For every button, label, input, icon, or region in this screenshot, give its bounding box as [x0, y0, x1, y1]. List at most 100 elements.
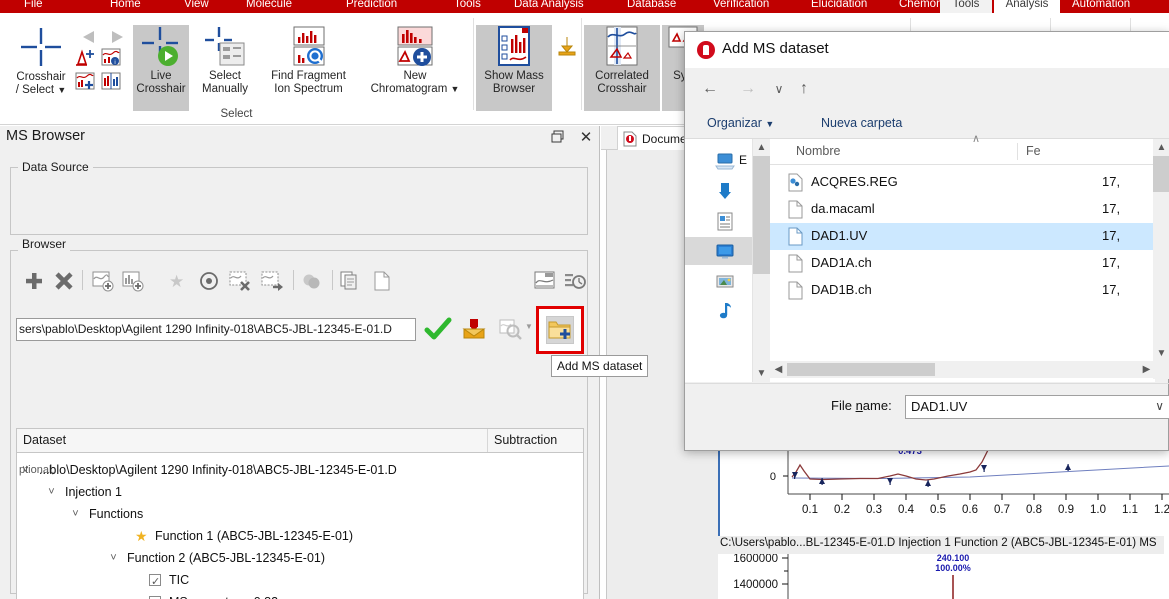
ribbon-tab-data-analysis[interactable]: Data Analysis [508, 0, 590, 13]
chevron-down-icon[interactable]: ˅ [69, 503, 82, 525]
forward-button[interactable]: → [737, 78, 759, 100]
plus-icon [26, 273, 42, 289]
ms-browser-restore-button[interactable] [551, 130, 569, 148]
sidebar-scrollbar[interactable]: ▲ ▼ [752, 139, 770, 382]
scroll-up-icon[interactable]: ▲ [753, 139, 770, 156]
add-chromatogram-small-button[interactable] [74, 70, 96, 95]
column-header-nombre[interactable]: Nombre [788, 139, 1017, 164]
delete-button[interactable] [54, 271, 74, 294]
file-date: 17, [1102, 228, 1121, 243]
sidebar-item-downloads[interactable] [685, 177, 752, 205]
column-header-subtraction[interactable]: Subtraction [488, 429, 585, 452]
up-button[interactable]: ↑ [793, 78, 815, 100]
scroll-down-icon[interactable]: ▼ [1153, 345, 1169, 362]
ribbon-tab-tools[interactable]: Tools [448, 0, 487, 13]
sidebar-item-documents[interactable] [685, 207, 752, 235]
show-mass-browser-button[interactable]: Show Mass Browser [476, 25, 552, 111]
column-header-dataset[interactable]: Dataset [17, 429, 487, 452]
tree-row[interactable]: MS - spectrum 0.82 [17, 591, 583, 599]
ribbon-tab-view[interactable]: View [178, 0, 215, 13]
ribbon-tab-molecule[interactable]: Molecule [240, 0, 298, 13]
back-button[interactable]: ← [699, 78, 721, 100]
ribbon-tab-ctx-tools[interactable]: Tools [940, 0, 992, 13]
select-manually-button[interactable]: Select Manually [194, 25, 256, 111]
dataset-tree[interactable]: ptional; ˅ ...blo\Desktop\Agilent 1290 I… [16, 453, 584, 599]
clear-trace-button[interactable] [229, 271, 251, 294]
file-list-scrollbar-horizontal[interactable]: ◀ ▶ [770, 361, 1155, 378]
ribbon-tab-home[interactable]: Home [104, 0, 147, 13]
ribbon-tab-verification[interactable]: Verification [707, 0, 775, 13]
ribbon-tab-ctx-analysis[interactable]: Analysis [994, 0, 1060, 13]
star-icon[interactable]: ★ [135, 525, 148, 547]
tree-row[interactable]: ˅ Function 2 (ABC5-JBL-12345-E-01) [17, 547, 583, 569]
organize-button[interactable]: Organizar ▼ [707, 112, 774, 134]
ms-browser-title: MS Browser [6, 128, 85, 144]
tree-row[interactable]: ★ Function 1 (ABC5-JBL-12345-E-01) [17, 525, 583, 547]
hscroll-thumb[interactable] [787, 363, 935, 376]
new-folder-button[interactable]: Nueva carpeta [821, 112, 902, 134]
favorite-button[interactable]: ★ [169, 273, 184, 290]
peak-label-button[interactable] [74, 46, 96, 71]
add-chromatogram-button[interactable] [122, 270, 144, 295]
tree-row[interactable]: TIC [17, 569, 583, 593]
live-crosshair-label-1: Live Crosshair [136, 70, 186, 95]
compare-spectra-button[interactable] [100, 70, 122, 95]
tree-row[interactable]: ˅ Injection 1 [17, 481, 583, 503]
ribbon-tab-database[interactable]: Database [621, 0, 682, 13]
target-button[interactable] [199, 271, 219, 294]
live-crosshair-button[interactable]: Live Crosshair [133, 25, 189, 111]
file-row[interactable]: DAD1B.ch 17, [770, 277, 1155, 304]
add-ms-dataset-dialog: Add MS dataset ← → ∨ ↑ « Agilent ... › B… [684, 31, 1169, 451]
file-row[interactable]: ACQRES.REG 17, [770, 169, 1155, 196]
copy-button[interactable] [340, 271, 360, 294]
file-name: DAD1A.ch [811, 255, 872, 270]
ribbon-tab-ctx-automation[interactable]: Automation [1066, 0, 1136, 13]
ribbon-tab-prediction[interactable]: Prediction [340, 0, 403, 13]
paste-button[interactable] [372, 271, 392, 294]
svg-text:1.1: 1.1 [1122, 504, 1138, 516]
new-chromatogram-button[interactable]: New Chromatogram ▼ [360, 25, 470, 111]
sidebar-item-desktop[interactable] [685, 237, 752, 265]
scroll-left-icon[interactable]: ◀ [770, 361, 787, 378]
tree-row[interactable]: ˅ ...blo\Desktop\Agilent 1290 Infinity-0… [17, 459, 583, 481]
find-fragment-ion-spectrum-button[interactable]: Find Fragment Ion Spectrum [260, 25, 357, 111]
file-row-selected[interactable]: DAD1.UV 17, [770, 223, 1155, 250]
sidebar-scroll-thumb[interactable] [753, 156, 770, 274]
chevron-down-icon[interactable]: ˅ [107, 547, 120, 569]
column-header-fecha[interactable]: Fe [1018, 139, 1078, 164]
file-list-scroll-thumb[interactable] [1153, 156, 1169, 192]
mass-spectrum-chart[interactable]: 1600000 1400000 240.100 100.00% [718, 553, 1169, 599]
scroll-up-icon[interactable]: ▲ [1153, 139, 1169, 156]
history-button[interactable] [564, 271, 586, 294]
file-name-input[interactable]: DAD1.UV ∨ [905, 395, 1169, 419]
recent-locations-button[interactable]: ∨ [768, 78, 790, 100]
scroll-right-icon[interactable]: ▶ [1138, 361, 1155, 378]
spectrum-info-button[interactable]: i [100, 46, 122, 71]
crosshair-select-button[interactable]: Crosshair / Select ▼ [4, 25, 78, 111]
tree-row[interactable]: ˅ Functions [17, 503, 583, 525]
chevron-down-icon[interactable]: ∨ [1155, 399, 1164, 413]
tree-label: Function 1 (ABC5-JBL-12345-E-01) [155, 529, 354, 543]
acd-labs-icon [697, 41, 715, 59]
ribbon-tab-file[interactable]: File [18, 0, 49, 13]
ribbon-tab-elucidation[interactable]: Elucidation [805, 0, 873, 13]
file-row[interactable]: DAD1A.ch 17, [770, 250, 1155, 277]
tic-checkbox[interactable] [149, 571, 161, 593]
export-trace-button[interactable] [261, 271, 283, 294]
overlay-button[interactable] [534, 271, 556, 294]
correlated-crosshair-button[interactable]: Correlated Crosshair [584, 25, 660, 111]
add-button[interactable] [24, 271, 44, 294]
chevron-down-icon[interactable]: ˅ [45, 481, 58, 503]
add-spectrum-button[interactable] [92, 270, 114, 295]
ms-browser-close-button[interactable]: ✕ [577, 130, 595, 148]
file-list-scrollbar-vertical[interactable]: ▲ ▼ [1153, 139, 1169, 379]
sidebar-item-music[interactable] [685, 297, 752, 325]
subtract-button[interactable] [302, 271, 322, 294]
sidebar-item-this-pc[interactable]: E [685, 147, 752, 175]
scroll-down-icon[interactable]: ▼ [753, 365, 770, 382]
chevron-down-icon[interactable]: ˅ [19, 459, 32, 481]
export-mass-button[interactable] [556, 35, 578, 60]
file-row[interactable]: da.macaml 17, [770, 196, 1155, 223]
file-name: DAD1B.ch [811, 282, 872, 297]
sidebar-item-pictures[interactable] [685, 267, 752, 295]
